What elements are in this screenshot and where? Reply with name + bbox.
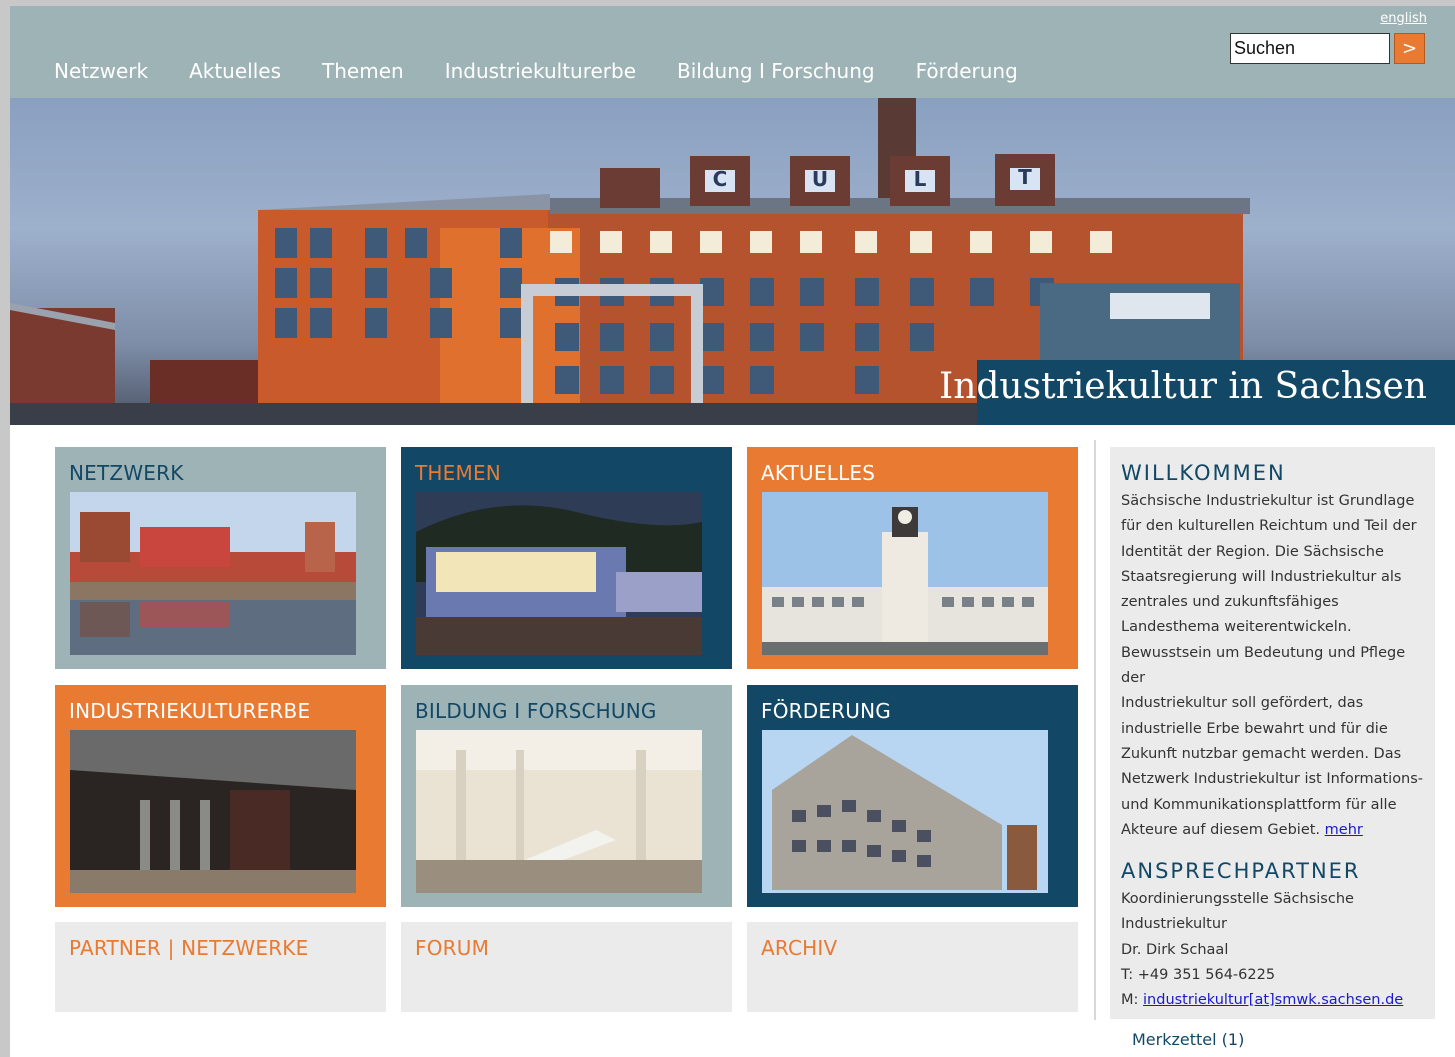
main-nav: Netzwerk Aktuelles Themen Industriekultu… [54,59,1059,83]
tile-partner-netzwerke-title[interactable]: PARTNER | NETZWERKE [69,936,308,960]
sidebar-divider [1094,440,1096,1020]
welcome-line: Industriekultur soll gefördert, das [1121,695,1364,712]
tile-aktuelles-image[interactable] [762,492,1048,655]
hero-sign-letter: U [812,167,828,191]
email-link[interactable]: industriekultur[at]smwk.sachsen.de [1143,992,1403,1008]
tile-foerderung[interactable]: FÖRDERUNG [747,685,1078,907]
contact-line: Industriekultur [1121,916,1228,933]
tile-forum-title[interactable]: FORUM [415,936,489,960]
tile-foerderung-title[interactable]: FÖRDERUNG [761,699,891,723]
nav-item-bildung-forschung[interactable]: Bildung I Forschung [677,59,875,83]
hero-banner: C U L T Industriekultur in Sachsen [10,98,1455,425]
contact-text: Koordinierungsstelle Sächsische Industri… [1121,887,1425,1013]
more-link[interactable]: mehr [1325,822,1363,838]
contact-line: Koordinierungsstelle Sächsische [1121,891,1354,908]
welcome-line: Staatsregierung will Industriekultur als [1121,568,1402,585]
welcome-line: Identität der Region. Die Sächsische [1121,543,1384,560]
tile-industriekulturerbe[interactable]: INDUSTRIEKULTURERBE [55,685,386,907]
tile-netzwerk-image[interactable] [70,492,356,655]
english-link[interactable]: english [1380,11,1427,26]
tile-industriekulturerbe-title[interactable]: INDUSTRIEKULTURERBE [69,699,310,723]
welcome-line: Landesthema weiterentwickeln. [1121,619,1352,636]
welcome-last-line: Akteure auf diesem Gebiet. mehr [1121,818,1425,843]
tile-bildung-forschung[interactable]: BILDUNG I FORSCHUNG [401,685,732,907]
welcome-last-line-text: Akteure auf diesem Gebiet. [1121,821,1321,838]
contact-email-line: M: industriekultur[at]smwk.sachsen.de [1121,988,1425,1013]
nav-item-themen[interactable]: Themen [322,59,404,83]
tile-industriekulturerbe-image[interactable] [70,730,356,893]
welcome-line: und Kommunikationsplattform für alle [1121,796,1397,813]
tile-themen-image[interactable] [416,492,702,655]
contact-heading: ANSPRECHPARTNER [1121,859,1361,884]
welcome-text: Sächsische Industriekultur ist Grundlage… [1121,489,1425,843]
tile-foerderung-image[interactable] [762,730,1048,893]
nav-item-aktuelles[interactable]: Aktuelles [189,59,281,83]
hero-sign-letter: L [914,167,927,191]
left-border [0,0,10,1057]
nav-item-netzwerk[interactable]: Netzwerk [54,59,148,83]
welcome-line: Sächsische Industriekultur ist Grundlage [1121,493,1415,509]
welcome-line: Netzwerk Industriekultur ist Information… [1121,771,1424,788]
nav-item-foerderung[interactable]: Förderung [916,59,1018,83]
sidebar: WILLKOMMEN Sächsische Industriekultur is… [1110,447,1435,1019]
welcome-line: Zukunft nutzbar gemacht werden. Das [1121,745,1402,762]
tile-forum[interactable]: FORUM [401,922,732,1012]
tile-themen[interactable]: THEMEN [401,447,732,669]
search-button[interactable]: > [1394,33,1425,64]
email-prefix: M: [1121,992,1139,1009]
welcome-line: zentrales und zukunftsfähiges [1121,594,1339,611]
merkzettel-link[interactable]: Merkzettel (1) [1132,1030,1244,1049]
header-bar: english > Netzwerk Aktuelles Themen Indu… [10,6,1455,98]
hero-sign-letter: C [713,167,728,191]
tile-aktuelles-title[interactable]: AKTUELLES [761,461,875,485]
tile-archiv-title[interactable]: ARCHIV [761,936,837,960]
tile-netzwerk-title[interactable]: NETZWERK [69,461,184,485]
contact-line: Dr. Dirk Schaal [1121,941,1229,958]
tile-netzwerk[interactable]: NETZWERK [55,447,386,669]
tile-bildung-forschung-title[interactable]: BILDUNG I FORSCHUNG [415,699,657,723]
tile-partner-netzwerke[interactable]: PARTNER | NETZWERKE [55,922,386,1012]
welcome-line: für den kulturellen Reichtum und Teil de… [1121,518,1417,535]
hero-title: Industriekultur in Sachsen [938,366,1427,407]
welcome-line: industrielle Erbe bewahrt und für die [1121,720,1388,737]
welcome-heading: WILLKOMMEN [1121,461,1286,485]
tile-archiv[interactable]: ARCHIV [747,922,1078,1012]
tile-themen-title[interactable]: THEMEN [415,461,501,485]
nav-item-industriekulturerbe[interactable]: Industriekulturerbe [445,59,636,83]
hero-sign-letter: T [1018,165,1032,189]
contact-line: T: +49 351 564-6225 [1121,967,1276,984]
search-input[interactable] [1230,33,1390,64]
tile-aktuelles[interactable]: AKTUELLES [747,447,1078,669]
welcome-line: Bewusstsein um Bedeutung und Pflege der [1121,644,1406,687]
tile-bildung-forschung-image[interactable] [416,730,702,893]
